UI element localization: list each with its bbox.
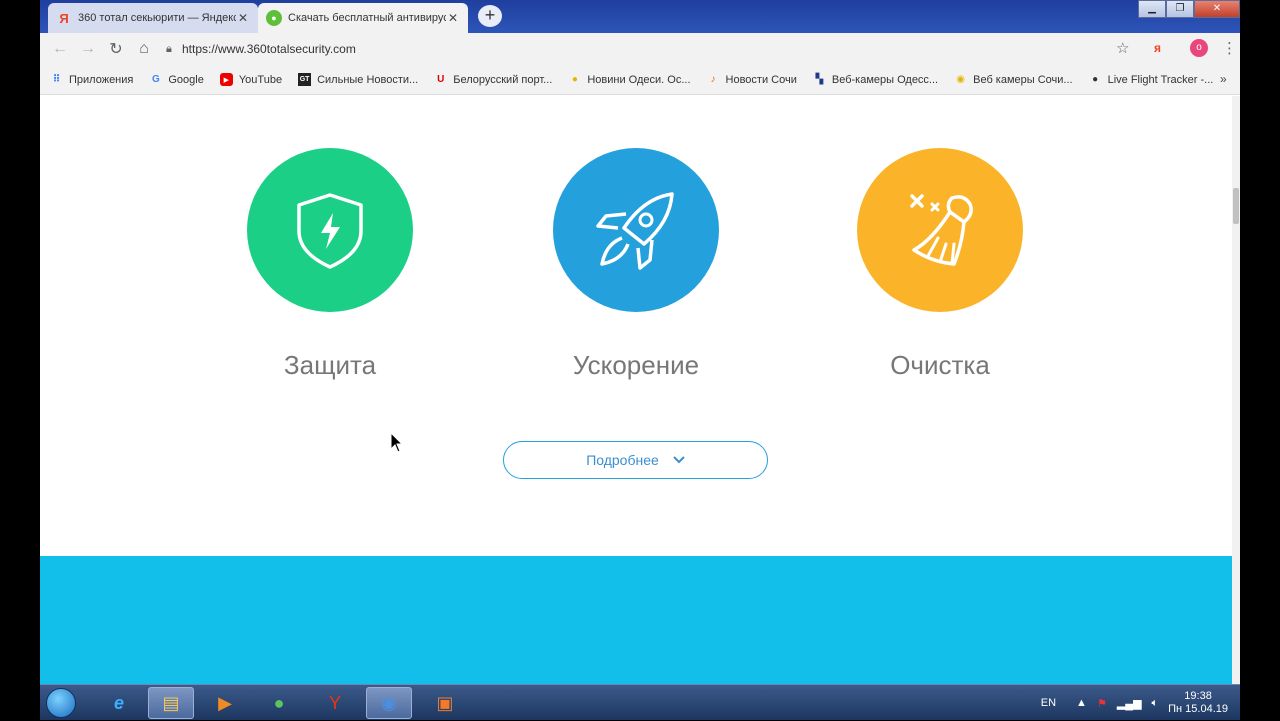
taskbar: e ▤ ▶ ● Y ◉ ▣ EN ▲ ⚑ ▂▄▆ 🔈︎ 19:38 Пн 15.…	[40, 684, 1240, 720]
bookmark-star-icon[interactable]: ☆	[1116, 39, 1129, 57]
tab-title: 360 тотал секьюрити — Яндекс	[78, 12, 236, 24]
360-icon: ●	[266, 10, 282, 26]
youtube-icon: ▶	[219, 73, 233, 86]
bookmark-google[interactable]: G Google	[149, 73, 204, 86]
shield-bolt-icon	[247, 148, 413, 312]
lock-icon: 🔒︎	[166, 42, 172, 55]
bookmarks-overflow-icon[interactable]: »	[1220, 72, 1227, 86]
browser-window: Я 360 тотал секьюрити — Яндекс ✕ ● Скача…	[40, 0, 1240, 684]
bookmark-gt[interactable]: GT Сильные Новости...	[298, 73, 418, 86]
menu-dots-icon[interactable]: ⋮	[1222, 39, 1237, 57]
forward-button[interactable]: →	[74, 35, 102, 63]
bookmarks-bar: ⠿ Приложения G Google ▶ YouTube GT Сильные Н…	[40, 65, 1240, 95]
bookmark-apps[interactable]: ⠿ Приложения	[50, 73, 134, 86]
screen: Я 360 тотал секьюрити — Яндекс ✕ ● Скача…	[0, 0, 1280, 720]
clock-date: Пн 15.04.19	[1168, 703, 1228, 715]
broom-icon	[857, 148, 1023, 312]
sochi-icon: ♪	[710, 74, 716, 85]
feature-label: Очистка	[890, 350, 990, 380]
more-details-button[interactable]: Подробнее	[503, 441, 768, 479]
bookmark-sochi[interactable]: ♪ Новости Сочи	[707, 73, 797, 86]
back-button[interactable]: ←	[46, 35, 74, 63]
chevron-down-icon	[673, 453, 685, 467]
feature-protection: Защита	[246, 148, 414, 381]
gt-icon: GT	[298, 73, 312, 86]
maximize-button[interactable]: ❐	[1166, 0, 1194, 18]
mouse-cursor-icon	[390, 431, 404, 459]
start-button[interactable]	[46, 688, 76, 718]
rocket-icon	[553, 148, 719, 312]
bookmark-webcam-odessa[interactable]: ▚ Веб-камеры Одесс...	[813, 73, 939, 86]
clock-time: 19:38	[1184, 690, 1212, 702]
tab-strip: Я 360 тотал секьюрити — Яндекс ✕ ● Скача…	[40, 0, 1240, 33]
feature-speedup: Ускорение	[552, 148, 720, 381]
bookmark-tut[interactable]: U Белорусский порт...	[434, 73, 552, 86]
new-tab-button[interactable]: +	[478, 5, 502, 27]
google-icon: G	[151, 74, 160, 85]
apps-grid-icon: ⠿	[52, 74, 61, 85]
reload-button[interactable]: ↻	[102, 35, 130, 63]
tab-360-download[interactable]: ● Скачать бесплатный антивирус ✕	[258, 3, 468, 33]
webcam-sochi-icon: ◉	[956, 74, 965, 85]
odessa-icon: ●	[571, 74, 578, 85]
yandex-icon: Я	[59, 10, 69, 26]
avatar[interactable]: о	[1190, 39, 1208, 57]
tab-yandex[interactable]: Я 360 тотал секьюрити — Яндекс ✕	[48, 3, 258, 33]
bookmark-odessa[interactable]: ● Новини Одеси. Ос...	[568, 73, 691, 86]
clock[interactable]: 19:38 Пн 15.04.19	[1168, 690, 1228, 716]
ie-icon[interactable]: e	[96, 687, 142, 719]
blue-section	[40, 556, 1232, 684]
bookmark-youtube[interactable]: ▶ YouTube	[219, 73, 282, 86]
yandex-browser-icon[interactable]: Y	[312, 687, 358, 719]
scrollbar-thumb[interactable]	[1233, 188, 1239, 224]
bookmark-webcam-sochi[interactable]: ◉ Веб камеры Сочи...	[954, 73, 1072, 86]
security-icon[interactable]: ⚑	[1097, 697, 1107, 710]
flight-icon: ●	[1092, 74, 1099, 85]
close-icon[interactable]: ✕	[236, 11, 250, 25]
url-text: https://www.360totalsecurity.com	[182, 42, 356, 56]
tab-title: Скачать бесплатный антивирус	[288, 12, 446, 24]
app-icon[interactable]: ▣	[422, 687, 468, 719]
chrome-icon[interactable]: ◉	[366, 687, 412, 719]
feature-cleanup: Очистка	[856, 148, 1024, 381]
language-indicator[interactable]: EN	[1041, 697, 1056, 709]
page-content: Защита Ускорение Очистка Подробнее	[40, 96, 1232, 684]
globe-icon[interactable]: ●	[256, 687, 302, 719]
yandex-extension-icon[interactable]: я	[1154, 41, 1161, 55]
bookmark-flight-tracker[interactable]: ● Live Flight Tracker -...	[1089, 73, 1213, 86]
minimize-button[interactable]: ▁	[1138, 0, 1166, 18]
explorer-icon[interactable]: ▤	[148, 687, 194, 719]
volume-icon[interactable]: 🔈︎	[1152, 697, 1159, 710]
close-icon[interactable]: ✕	[446, 11, 460, 25]
tray-expand-icon[interactable]: ▲	[1076, 697, 1087, 709]
system-tray: EN ▲ ⚑ ▂▄▆ 🔈︎ 19:38 Пн 15.04.19	[1041, 685, 1240, 721]
feature-label: Защита	[283, 350, 377, 380]
close-window-button[interactable]: ✕	[1194, 0, 1240, 18]
home-button[interactable]: ⌂	[130, 35, 158, 63]
window-controls: ▁ ❐ ✕	[1138, 0, 1240, 18]
tut-icon: U	[437, 74, 445, 85]
webcam-icon: ▚	[815, 74, 824, 85]
feature-label: Ускорение	[572, 350, 700, 380]
network-icon[interactable]: ▂▄▆	[1117, 697, 1142, 710]
page-scrollbar[interactable]	[1232, 96, 1240, 684]
browser-toolbar: ← → ↻ ⌂ 🔒︎ https://www.360totalsecurity.…	[40, 33, 1240, 65]
address-bar[interactable]: 🔒︎ https://www.360totalsecurity.com	[166, 37, 1136, 61]
more-details-label: Подробнее	[586, 452, 659, 468]
media-player-icon[interactable]: ▶	[202, 687, 248, 719]
